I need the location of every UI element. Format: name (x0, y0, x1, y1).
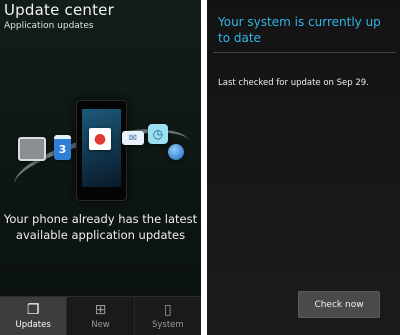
calendar-icon: 3 (54, 135, 71, 160)
new-apps-icon: ⊞ (94, 302, 107, 318)
message-line-1: Your phone already has the latest (3, 212, 198, 226)
system-phone-icon: ▯ (163, 302, 172, 318)
up-to-date-message: Your phone already has the latest availa… (0, 211, 201, 243)
tab-new[interactable]: ⊞ New (67, 297, 135, 335)
calendar-day: 3 (58, 143, 67, 156)
contact-icon: ● (89, 128, 111, 150)
tab-system-label: System (151, 320, 184, 330)
system-status-title: Your system is currently up to date (218, 15, 381, 45)
title-divider (213, 52, 396, 53)
tab-new-label: New (91, 320, 110, 330)
app-header: Update center Application updates (0, 0, 201, 36)
mail-icon: ✉ (122, 131, 144, 145)
tab-updates-label: Updates (15, 320, 51, 330)
globe-icon (168, 144, 184, 160)
tab-updates[interactable]: ❐ Updates (0, 297, 68, 335)
app-subtitle: Application updates (4, 21, 94, 31)
last-checked-text: Last checked for update on Sep 29. (218, 78, 369, 88)
update-center-panel: Update center Application updates 3 ● ✉ … (0, 0, 201, 335)
check-now-button[interactable]: Check now (298, 291, 380, 318)
tab-system[interactable]: ▯ System (135, 297, 201, 335)
phone-illustration (76, 100, 127, 201)
film-icon (18, 137, 46, 161)
bottom-tab-bar: ❐ Updates ⊞ New ▯ System (0, 296, 201, 335)
system-update-panel: Your system is currently up to date Last… (207, 0, 400, 335)
app-title: Update center (4, 1, 114, 19)
message-line-2: available application updates (15, 228, 186, 242)
clock-icon: ◷ (148, 124, 168, 144)
updates-icon: ❐ (26, 302, 40, 318)
